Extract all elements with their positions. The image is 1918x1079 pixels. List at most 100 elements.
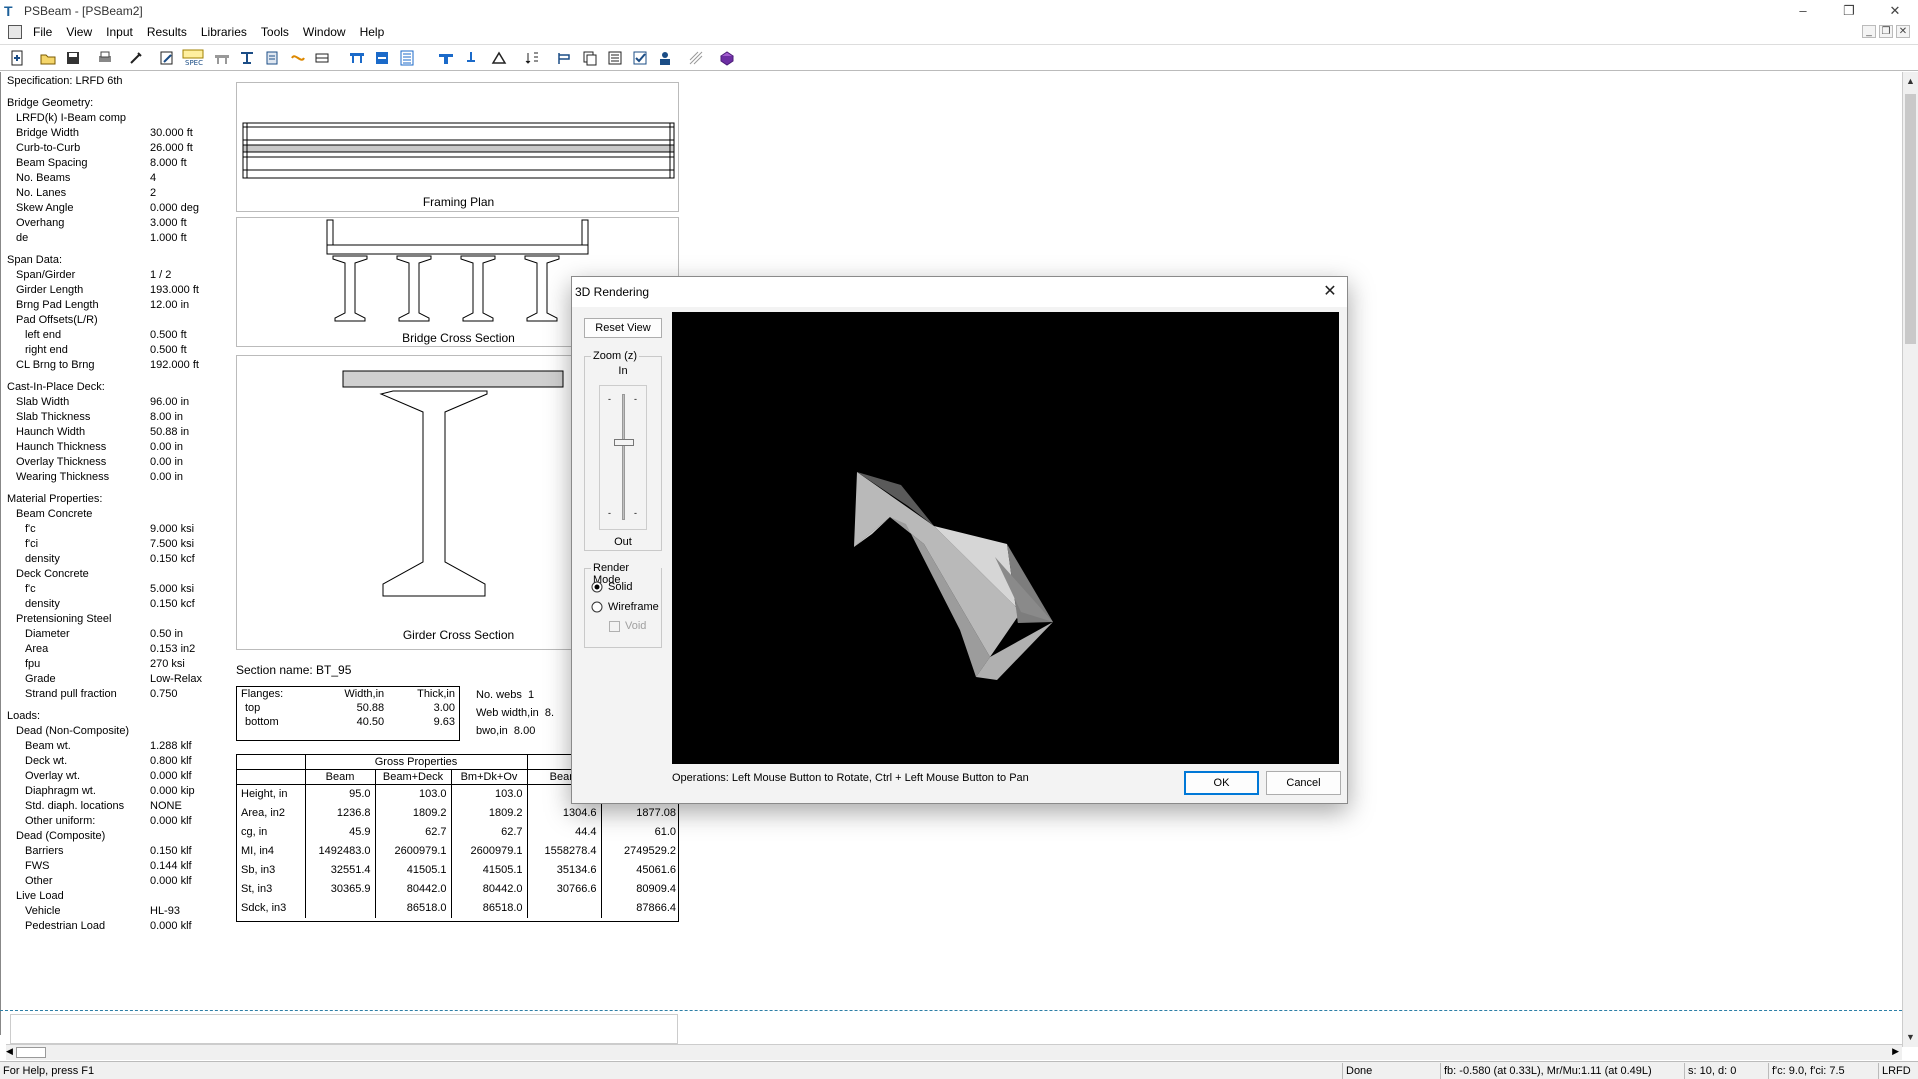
maximize-button[interactable]: ❐ (1826, 0, 1872, 22)
menu-help[interactable]: Help (353, 22, 392, 42)
girder-icon[interactable] (237, 48, 257, 68)
summary-label: Pretensioning Steel (16, 613, 112, 625)
bridge-icon[interactable] (212, 48, 232, 68)
row-label: MI, in4 (237, 841, 306, 861)
menu-tools[interactable]: Tools (254, 22, 296, 42)
operations-hint: Operations: Left Mouse Button to Rotate,… (672, 772, 1029, 784)
menu-input[interactable]: Input (99, 22, 140, 42)
report-icon[interactable] (605, 48, 625, 68)
mdi-minimize-icon[interactable]: _ (1862, 25, 1876, 38)
render-3d-icon[interactable] (717, 48, 737, 68)
summary-label: Specification: LRFD 6th (7, 75, 123, 87)
menu-file[interactable]: File (26, 22, 59, 42)
summary-label: Grade (25, 673, 56, 685)
analysis-icon[interactable] (397, 48, 417, 68)
tool-icon[interactable] (126, 48, 146, 68)
summary-value: 26.000 ft (150, 142, 193, 154)
table-cell: 1236.8 (305, 803, 376, 823)
cancel-button[interactable]: Cancel (1266, 771, 1341, 795)
summary-label: Std. diaph. locations (25, 800, 125, 812)
vertical-scroll-thumb[interactable] (1905, 94, 1916, 344)
zoom-slider-thumb[interactable] (614, 439, 634, 446)
summary-label: Curb-to-Curb (16, 142, 81, 154)
zoom-group-label: Zoom (z) (591, 350, 639, 362)
scroll-left-icon[interactable]: ◀ (6, 1046, 13, 1057)
edit-icon[interactable] (157, 48, 177, 68)
window-title: PSBeam - [PSBeam2] (24, 4, 143, 18)
horizontal-scrollbar[interactable]: ◀ ▶ (6, 1044, 1902, 1060)
summary-label: f'c (25, 523, 36, 535)
shear-icon[interactable] (461, 48, 481, 68)
summary-label: Live Load (16, 890, 64, 902)
wireframe-radio[interactable]: Wireframe (591, 601, 659, 613)
section-icon[interactable] (262, 48, 282, 68)
document-icon[interactable] (8, 25, 22, 39)
vertical-scrollbar[interactable]: ▲ ▼ (1902, 72, 1918, 1047)
summary-label: Haunch Thickness (16, 441, 107, 453)
summary-value: 1.000 ft (150, 232, 187, 244)
new-icon[interactable] (7, 48, 27, 68)
scroll-down-icon[interactable]: ▼ (1903, 1030, 1918, 1045)
print-icon[interactable] (95, 48, 115, 68)
summary-value: 0.00 in (150, 441, 184, 453)
minimize-button[interactable]: – (1780, 0, 1826, 22)
load-icon[interactable] (347, 48, 367, 68)
scroll-right-icon[interactable]: ▶ (1892, 1046, 1899, 1057)
summary-label: Other uniform: (25, 815, 96, 827)
webs-info: No. webs 1 Web width,in 8. bwo,in 8.00 (476, 688, 576, 738)
stress-status: fb: -0.580 (at 0.33L), Mr/Mu:1.11 (at 0.… (1440, 1063, 1682, 1079)
mdi-close-icon[interactable]: ✕ (1896, 25, 1910, 38)
mdi-restore-icon[interactable]: ❐ (1879, 25, 1893, 38)
summary-value: 0.750 (150, 688, 178, 700)
lower-pane (10, 1014, 678, 1044)
concrete-strength-status: f'c: 9.0, f'ci: 7.5 (1768, 1063, 1876, 1079)
summary-value: 192.000 ft (150, 359, 199, 371)
summary-label: FWS (25, 860, 50, 872)
table-cell: 1304.6 (527, 803, 602, 823)
girder-3d-model (854, 472, 1053, 680)
user-icon[interactable] (655, 48, 675, 68)
close-button[interactable]: ✕ (1872, 0, 1918, 22)
copy-icon[interactable] (580, 48, 600, 68)
summary-label: No. Lanes (16, 187, 67, 199)
grid-icon[interactable] (686, 48, 706, 68)
summary-label: Loads: (7, 710, 41, 722)
zoom-slider[interactable]: - - - - (599, 385, 647, 530)
save-icon[interactable] (63, 48, 83, 68)
dialog-close-icon[interactable]: ✕ (1319, 281, 1341, 303)
spec-icon[interactable]: SPEC (181, 48, 205, 68)
menu-bar: File View Input Results Libraries Tools … (0, 22, 1918, 42)
table-cell: 61.0 (654, 826, 676, 838)
deck-icon[interactable] (312, 48, 332, 68)
menu-results[interactable]: Results (140, 22, 194, 42)
gross-properties-header: Gross Properties (305, 755, 528, 770)
summary-label: Span Data: (7, 254, 63, 266)
solid-radio[interactable]: Solid (591, 581, 632, 593)
design-icon[interactable] (436, 48, 456, 68)
flange-width: 50.88 (356, 702, 385, 714)
menu-window[interactable]: Window (296, 22, 353, 42)
summary-value: 8.00 in (150, 411, 184, 423)
chart-icon[interactable] (555, 48, 575, 68)
pane-splitter[interactable] (0, 1010, 1902, 1011)
check-icon[interactable] (630, 48, 650, 68)
menu-view[interactable]: View (59, 22, 99, 42)
table-cell: 1809.2 (451, 803, 528, 823)
render-viewport[interactable] (672, 312, 1339, 764)
sort-icon[interactable] (522, 48, 542, 68)
webs-value: 1 (527, 689, 535, 701)
scroll-up-icon[interactable]: ▲ (1903, 74, 1918, 89)
toolbar: SPEC (0, 44, 1918, 71)
summary-label: Dead (Composite) (16, 830, 106, 842)
status-bar: For Help, press F1 Done fb: -0.580 (at 0… (0, 1061, 1918, 1079)
ok-button[interactable]: OK (1184, 771, 1259, 795)
summary-value: 0.000 deg (150, 202, 199, 214)
live-load-icon[interactable] (372, 48, 392, 68)
horizontal-scroll-thumb[interactable] (16, 1047, 46, 1058)
strand-icon[interactable] (288, 48, 308, 68)
menu-libraries[interactable]: Libraries (194, 22, 254, 42)
table-row: Area, in2 1236.8 1809.2 1809.2 1304.6 1877.08 (237, 803, 678, 823)
open-icon[interactable] (38, 48, 58, 68)
deflection-icon[interactable] (489, 48, 509, 68)
reset-view-button[interactable]: Reset View (584, 318, 662, 338)
